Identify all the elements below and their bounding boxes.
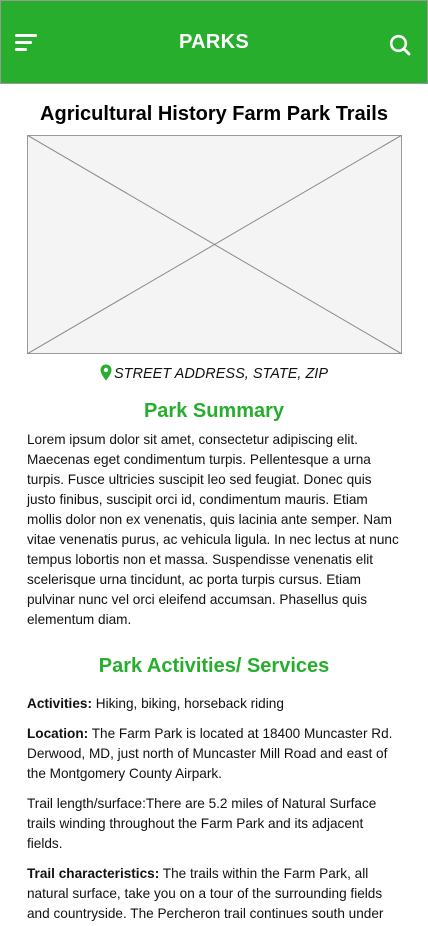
activities-heading: Park Activities/ Services xyxy=(98,655,330,677)
activities-label: Activities: xyxy=(27,696,92,711)
trail-length-paragraph: Trail length/surface:There are 5.2 miles… xyxy=(27,796,377,851)
activities-value: Hiking, biking, horseback riding xyxy=(91,696,284,711)
summary-heading: Park Summary xyxy=(143,400,285,422)
image-placeholder xyxy=(27,135,402,354)
activities-paragraph: Activities: Hiking, biking, horseback ri… xyxy=(27,694,401,714)
trail-characteristics-label: Trail characteristics: xyxy=(27,866,160,881)
header-title: PARKS xyxy=(178,31,250,53)
map-pin-icon xyxy=(100,364,112,385)
location-label: Location: xyxy=(27,726,89,741)
summary-text: Lorem ipsum dolor sit amet, consectetur … xyxy=(27,432,399,627)
park-address: STREET ADDRESS, STATE, ZIP xyxy=(0,364,428,385)
search-icon[interactable] xyxy=(389,34,411,56)
app-header: PARKS xyxy=(0,0,428,84)
trail-characteristics-paragraph: Trail characteristics: The trails within… xyxy=(27,864,401,924)
address-text: STREET ADDRESS, STATE, ZIP xyxy=(113,366,329,382)
location-paragraph: Location: The Farm Park is located at 18… xyxy=(27,724,401,784)
page-title: Agricultural History Farm Park Trails xyxy=(40,103,388,125)
